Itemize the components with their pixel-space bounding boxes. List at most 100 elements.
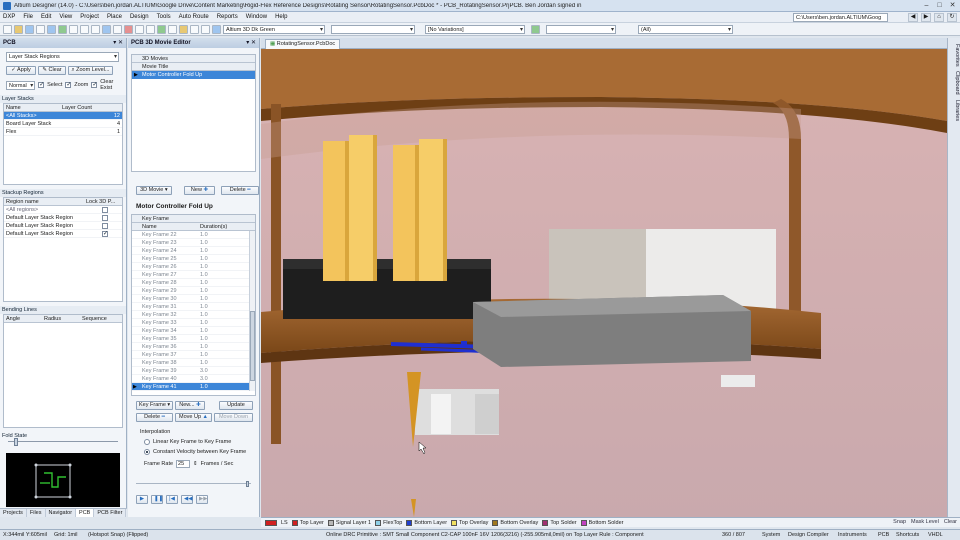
col-sequence[interactable]: Sequence — [80, 315, 122, 322]
keyframe-scroll-thumb[interactable] — [250, 311, 255, 381]
menu-window[interactable]: Window — [246, 14, 267, 20]
clear-button[interactable]: ✎ Clear — [38, 66, 66, 75]
cross-probe-icon[interactable] — [157, 24, 166, 34]
rewind-button[interactable]: |◀ — [166, 495, 178, 504]
list-item[interactable]: Key Frame 22 1.0 — [132, 231, 255, 239]
apply-button[interactable]: ✓ Apply — [6, 66, 36, 75]
tab-pcb[interactable]: PCB — [76, 509, 95, 517]
frame-rate-spinner-icon[interactable]: ⇕ — [193, 461, 198, 467]
zoom-checkbox[interactable] — [65, 81, 71, 88]
select-checkbox[interactable] — [38, 81, 44, 88]
menu-design[interactable]: Design — [130, 14, 149, 20]
tab-clipboard[interactable]: Clipboard — [949, 70, 960, 96]
tab-libraries[interactable]: Libraries — [949, 98, 960, 124]
list-item[interactable]: Key Frame 29 1.0 — [132, 287, 255, 295]
forward-icon[interactable]: ▶ — [921, 13, 931, 22]
keyframe-button[interactable]: Key Frame ▾ — [136, 401, 173, 410]
browse-icon[interactable] — [190, 24, 199, 34]
layer-tab-flextop[interactable]: FlexTop — [375, 519, 402, 526]
keyframe-scrollbar[interactable] — [249, 231, 255, 391]
list-item[interactable]: Key Frame 37 1.0 — [132, 351, 255, 359]
pcb-3d-viewport[interactable]: ▦ RotatingSensor.PcbDoc — [261, 38, 947, 517]
move-down-button[interactable]: Move Down — [214, 413, 253, 422]
list-item[interactable]: Key Frame 28 1.0 — [132, 279, 255, 287]
back-icon[interactable]: ◀ — [908, 13, 918, 22]
col-lock[interactable]: Lock 3D P... — [84, 198, 122, 205]
menu-reports[interactable]: Reports — [217, 14, 238, 20]
snap-button[interactable]: Snap — [893, 519, 906, 525]
list-item[interactable]: Key Frame 39 3.0 — [132, 367, 255, 375]
move-up-button[interactable]: Move Up ▲ — [175, 413, 212, 422]
menu-place[interactable]: Place — [107, 14, 122, 20]
view-icon[interactable] — [212, 24, 221, 34]
list-item[interactable]: Key Frame 31 1.0 — [132, 303, 255, 311]
measure-icon[interactable] — [168, 24, 177, 34]
blank-combo-2[interactable] — [546, 24, 616, 34]
col-angle[interactable]: Angle — [4, 315, 42, 322]
fold-state-slider[interactable] — [8, 438, 118, 446]
timeline-slider[interactable] — [136, 481, 251, 487]
minimize-button[interactable]: – — [922, 1, 931, 10]
design-compiler-button[interactable]: Design Compiler — [788, 530, 829, 540]
view-config-combo[interactable]: Altium 3D Dk Green — [223, 24, 325, 34]
list-item[interactable]: Key Frame 34 1.0 — [132, 327, 255, 335]
menu-file[interactable]: File — [23, 14, 33, 20]
maximize-button[interactable]: □ — [935, 1, 944, 10]
vhdl-button[interactable]: VHDL — [928, 530, 943, 540]
layer-tab-top-overlay[interactable]: Top Overlay — [451, 519, 488, 526]
clear-existing-checkbox[interactable] — [91, 81, 97, 88]
blank-combo[interactable] — [331, 24, 415, 34]
panel-pin-icon[interactable]: ▾ ✕ — [113, 38, 123, 48]
lock-checkbox[interactable] — [102, 206, 108, 213]
menu-auto-route[interactable]: Auto Route — [179, 14, 209, 20]
constant-velocity-radio[interactable] — [144, 449, 150, 455]
tab-navigator[interactable]: Navigator — [46, 509, 77, 517]
select-icon[interactable] — [102, 24, 111, 34]
frame-rate-input[interactable]: 25 — [176, 460, 191, 468]
menu-help[interactable]: Help — [275, 14, 287, 20]
list-item[interactable]: Key Frame 40 3.0 — [132, 375, 255, 383]
close-button[interactable]: ✕ — [948, 1, 957, 10]
document-tab[interactable]: ▦ RotatingSensor.PcbDoc — [265, 39, 341, 49]
refresh-icon[interactable]: ↻ — [947, 13, 957, 22]
layer-scroll-icon[interactable]: LS — [281, 520, 288, 526]
col-layer-count[interactable]: Layer Count — [60, 104, 122, 111]
list-item[interactable]: Motor Controller Fold Up — [132, 71, 255, 79]
col-name[interactable]: Name — [4, 104, 60, 111]
step-forward-button[interactable]: ▶▶ — [196, 495, 208, 504]
current-layer-swatch[interactable] — [265, 519, 277, 526]
zoom-icon[interactable] — [47, 24, 56, 34]
undo-icon[interactable] — [135, 24, 144, 34]
kf-col-name[interactable]: Name — [140, 223, 198, 230]
component-icon[interactable] — [179, 24, 188, 34]
zoom-level-button[interactable]: ⌕ Zoom Level... — [68, 66, 113, 75]
cut-icon[interactable] — [69, 24, 78, 34]
home-icon[interactable]: ⌂ — [934, 13, 944, 22]
tab-pcb-filter[interactable]: PCB Filter — [94, 509, 127, 517]
panel-close-icon[interactable]: ▾ ✕ — [246, 38, 256, 48]
clear-icon[interactable] — [124, 24, 133, 34]
variant-icon[interactable] — [531, 24, 540, 34]
instruments-button[interactable]: Instruments — [838, 530, 867, 540]
list-item[interactable]: Key Frame 32 1.0 — [132, 311, 255, 319]
play-button[interactable]: ▶ — [136, 495, 148, 504]
table-row[interactable]: Board Layer Stack 4 — [4, 120, 122, 128]
menu-project[interactable]: Project — [80, 14, 99, 20]
redo-icon[interactable] — [146, 24, 155, 34]
table-row[interactable]: <All regions> — [4, 206, 122, 214]
table-row[interactable]: Default Layer Stack Region — [4, 214, 122, 222]
menu-edit[interactable]: Edit — [41, 14, 51, 20]
lock-checkbox[interactable] — [102, 230, 108, 237]
tab-favorites[interactable]: Favorites — [949, 42, 960, 68]
layer-tab-signal1[interactable]: Signal Layer 1 — [327, 519, 371, 526]
lock-checkbox[interactable] — [102, 214, 108, 221]
filter-combo[interactable]: (All) — [638, 24, 733, 34]
new-doc-icon[interactable] — [3, 24, 12, 34]
list-item[interactable]: Key Frame 26 1.0 — [132, 263, 255, 271]
layer-tab-bottom-solder[interactable]: Bottom Solder — [580, 519, 623, 526]
print-icon[interactable] — [36, 24, 45, 34]
table-row[interactable]: <All Stacks> 12 — [4, 112, 122, 120]
table-row[interactable]: Default Layer Stack Region — [4, 230, 122, 238]
table-row[interactable]: Default Layer Stack Region — [4, 222, 122, 230]
kf-col-duration[interactable]: Duration(s) — [198, 223, 238, 230]
